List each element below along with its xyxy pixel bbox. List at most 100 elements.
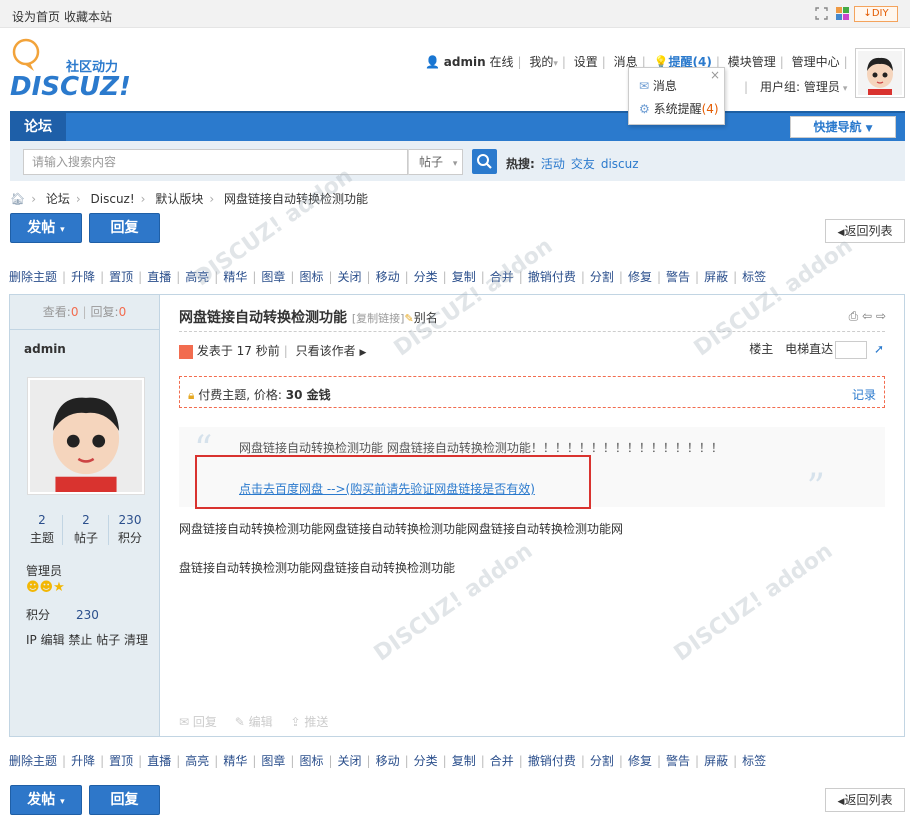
usergroup[interactable]: | 用户组: 管理员 ▾ (740, 78, 847, 95)
moderation-action[interactable]: 修复 (628, 270, 652, 284)
moderation-action[interactable]: 撤销付费 (528, 270, 576, 284)
post-button[interactable]: 发帖 ▾ (10, 785, 82, 815)
close-icon[interactable]: × (710, 68, 720, 82)
crumb-discuz[interactable]: Discuz! (91, 192, 135, 206)
crumb-forum[interactable]: 论坛 (46, 192, 70, 206)
moderation-action[interactable]: 删除主题 (9, 754, 57, 768)
search-input[interactable]: 请输入搜索内容 (23, 149, 408, 175)
stat-threads[interactable]: 2 主题 (22, 513, 62, 546)
moderation-action[interactable]: 升降 (71, 754, 95, 768)
moderation-action[interactable]: 修复 (628, 754, 652, 768)
moderation-action[interactable]: 升降 (71, 270, 95, 284)
my-menu[interactable]: 我的 (529, 55, 553, 69)
edit-action[interactable]: 编辑 (249, 715, 273, 729)
stat-credits[interactable]: 230 积分 (110, 513, 150, 546)
moderation-action[interactable]: 关闭 (338, 270, 362, 284)
moderation-action[interactable]: 屏蔽 (704, 754, 728, 768)
reply-button[interactable]: 回复 (89, 213, 160, 243)
settings-link[interactable]: 设置 (574, 55, 598, 69)
replies-label: 回复: (90, 305, 119, 319)
go-icon[interactable]: ➚ (874, 342, 884, 356)
moderation-action[interactable]: 分割 (590, 270, 614, 284)
next-thread-icon[interactable]: ⇨ (876, 309, 886, 323)
moderation-action[interactable]: 删除主题 (9, 270, 57, 284)
moderation-bar-bottom: 删除主题 | 升降 | 置顶 | 直播 | 高亮 | 精华 | 图章 | 图标 | 关闭 | 移动 | 分类 | 复制 | 合并… (9, 752, 766, 769)
separator: | (695, 270, 700, 284)
baidu-pan-link[interactable]: 点击去百度网盘 -->(购买前请先验证网盘链接是否有效) (239, 480, 535, 497)
nav-forum[interactable]: 论坛 (10, 113, 66, 141)
set-home-link[interactable]: 设为首页 (12, 8, 60, 25)
hot-item[interactable]: discuz (601, 157, 639, 171)
pencil-icon: ✎ (404, 312, 414, 325)
notice-item-label: 消息 (652, 79, 677, 93)
moderation-action[interactable]: 置顶 (109, 754, 133, 768)
prev-thread-icon[interactable]: ⇦ (862, 309, 872, 323)
admin-center-link[interactable]: 管理中心 (792, 55, 840, 69)
moderation-action[interactable]: 分类 (414, 270, 438, 284)
user-group-link[interactable]: 管理员 (26, 562, 62, 579)
moderation-action[interactable]: 图标 (299, 754, 323, 768)
crumb-board[interactable]: 默认版块 (155, 192, 203, 206)
moderation-action[interactable]: 精华 (223, 270, 247, 284)
separator: | (695, 754, 700, 768)
moderation-action[interactable]: 图章 (261, 270, 285, 284)
home-icon[interactable]: 🏠︎ (10, 192, 25, 206)
moderation-action[interactable]: 警告 (666, 754, 690, 768)
moderation-action[interactable]: 置顶 (109, 270, 133, 284)
moderation-action[interactable]: 分割 (590, 754, 614, 768)
moderation-action[interactable]: 复制 (452, 754, 476, 768)
moderation-action[interactable]: 图标 (299, 270, 323, 284)
floor-jump-input[interactable] (835, 340, 868, 359)
admin-links[interactable]: IP 编辑 禁止 帖子 清理 (26, 631, 148, 648)
moderation-action[interactable]: 撤销付费 (528, 754, 576, 768)
author-avatar[interactable] (27, 377, 145, 495)
site-logo[interactable]: 社区动力 DISCUZ! (10, 38, 150, 102)
hot-item[interactable]: 活动 (541, 157, 565, 171)
module-manage-link[interactable]: 模块管理 (728, 55, 776, 69)
reply-action[interactable]: 回复 (193, 715, 217, 729)
search-button[interactable] (472, 149, 497, 174)
hot-item[interactable]: 交友 (571, 157, 595, 171)
back-to-list-button[interactable]: ◀返回列表 (825, 219, 905, 243)
moderation-action[interactable]: 分类 (414, 754, 438, 768)
moderation-action[interactable]: 精华 (223, 754, 247, 768)
quick-nav-button[interactable]: 快捷导航 ▼ (790, 116, 896, 138)
author-name[interactable]: admin (24, 342, 66, 356)
moderation-action[interactable]: 警告 (666, 270, 690, 284)
username-link[interactable]: admin (444, 55, 486, 69)
moderation-action[interactable]: 标签 (742, 270, 766, 284)
notice-item-messages[interactable]: ✉ 消息 (639, 77, 677, 94)
moderation-action[interactable]: 直播 (147, 754, 171, 768)
moderation-action[interactable]: 合并 (490, 754, 514, 768)
post-button[interactable]: 发帖 ▾ (10, 213, 82, 243)
moderation-action[interactable]: 高亮 (185, 270, 209, 284)
back-to-list-button[interactable]: ◀返回列表 (825, 788, 905, 812)
notice-item-system[interactable]: ⚙ 系统提醒(4) (639, 100, 719, 117)
alias-link[interactable]: 别名 (414, 311, 438, 325)
moderation-action[interactable]: 高亮 (185, 754, 209, 768)
only-author-link[interactable]: 只看该作者 (296, 344, 356, 358)
print-icon[interactable]: ⎙ (849, 309, 859, 323)
moderation-action[interactable]: 移动 (376, 270, 400, 284)
stat-posts[interactable]: 2 帖子 (66, 513, 106, 546)
moderation-action[interactable]: 标签 (742, 754, 766, 768)
user-avatar[interactable] (855, 48, 905, 98)
record-link[interactable]: 记录 (852, 386, 876, 403)
moderation-action[interactable]: 复制 (452, 270, 476, 284)
copy-link[interactable]: [复制链接] (352, 312, 405, 325)
post-body-line: 网盘链接自动转换检测功能网盘链接自动转换检测功能网盘链接自动转换检测功能网 (179, 522, 624, 536)
fullscreen-icon[interactable] (815, 7, 828, 20)
moderation-action[interactable]: 屏蔽 (704, 270, 728, 284)
theme-icon[interactable] (836, 7, 849, 20)
moderation-action[interactable]: 直播 (147, 270, 171, 284)
moderation-action[interactable]: 关闭 (338, 754, 362, 768)
diy-button[interactable]: ↓DIY (854, 6, 898, 22)
bookmark-link[interactable]: 收藏本站 (64, 8, 112, 25)
moderation-action[interactable]: 移动 (376, 754, 400, 768)
crumb-thread[interactable]: 网盘链接自动转换检测功能 (224, 192, 368, 206)
moderation-action[interactable]: 图章 (261, 754, 285, 768)
moderation-action[interactable]: 合并 (490, 270, 514, 284)
push-action[interactable]: 推送 (304, 715, 328, 729)
search-type-select[interactable]: 帖子 ▾ (408, 149, 463, 175)
reply-button[interactable]: 回复 (89, 785, 160, 815)
